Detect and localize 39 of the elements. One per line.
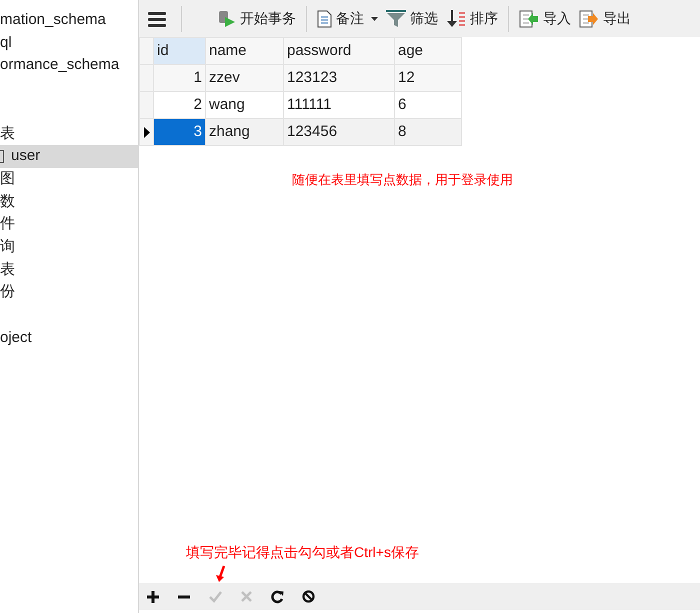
sort-button[interactable]: 排序 bbox=[442, 4, 502, 32]
start-transaction-button[interactable]: 开始事务 bbox=[214, 4, 300, 32]
column-header[interactable]: password bbox=[284, 38, 394, 64]
caret-icon bbox=[371, 16, 378, 20]
sidebar-item[interactable]: 图 bbox=[0, 168, 15, 190]
document-icon bbox=[317, 10, 332, 28]
sidebar-item[interactable]: 件 bbox=[0, 213, 15, 236]
export-icon bbox=[579, 10, 599, 28]
refresh-icon[interactable] bbox=[271, 590, 284, 604]
annotation-text: 随便在表里填写点数据，用于登录使用 bbox=[292, 171, 513, 189]
sidebar-item[interactable]: ql bbox=[0, 32, 12, 54]
column-header[interactable]: id bbox=[154, 38, 206, 64]
import-button[interactable]: 导入 bbox=[515, 4, 575, 32]
table-cell: 3 bbox=[154, 118, 206, 146]
import-icon bbox=[519, 10, 539, 28]
annotation-text: 填写完毕记得点击勾勾或者Ctrl+s保存 bbox=[186, 543, 419, 562]
table-cell: zhang bbox=[206, 118, 284, 146]
add-icon[interactable] bbox=[147, 590, 160, 604]
table-cell: 123456 bbox=[284, 118, 394, 146]
sidebar-item[interactable]: mation_schema bbox=[0, 9, 106, 32]
sidebar-item[interactable]: 表 bbox=[0, 122, 15, 146]
menu-icon[interactable] bbox=[148, 10, 166, 26]
arrow-icon bbox=[215, 565, 227, 583]
database-play-icon bbox=[218, 10, 236, 28]
sidebar-item[interactable]: 数 bbox=[0, 190, 15, 214]
sidebar-item[interactable]: oject bbox=[0, 326, 32, 350]
sort-icon bbox=[446, 10, 466, 28]
filter-icon bbox=[386, 10, 406, 28]
sidebar-item[interactable]: 表 bbox=[0, 258, 15, 282]
sidebar-item[interactable]: ormance_schema bbox=[0, 54, 120, 77]
stop-icon[interactable] bbox=[302, 590, 315, 604]
table-cell: 8 bbox=[394, 118, 462, 146]
column-header[interactable]: age bbox=[394, 38, 462, 64]
note-button[interactable]: 备注 bbox=[313, 4, 382, 32]
sidebar-item[interactable]: 份 bbox=[0, 281, 15, 304]
column-header[interactable]: name bbox=[206, 38, 284, 64]
export-button[interactable]: 导出 bbox=[575, 4, 635, 32]
sidebar-item[interactable]: 询 bbox=[0, 236, 15, 258]
filter-button[interactable]: 筛选 bbox=[382, 4, 442, 32]
